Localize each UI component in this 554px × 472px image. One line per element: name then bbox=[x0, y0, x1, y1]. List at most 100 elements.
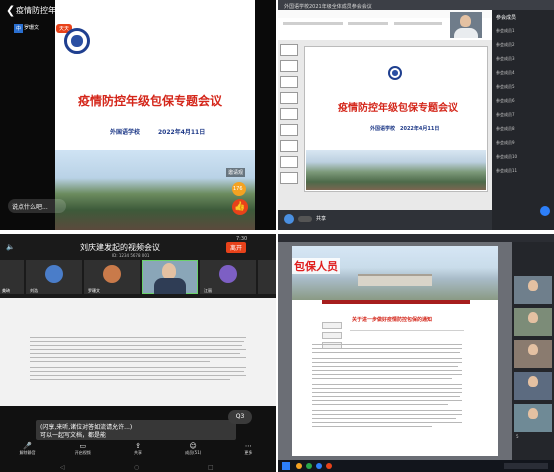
nav-back-icon[interactable]: ◁ bbox=[60, 464, 65, 471]
participant-name: 美琦 bbox=[2, 288, 10, 293]
nav-home-icon[interactable]: ○ bbox=[134, 464, 139, 471]
slide-title: 疫情防控年级包保专题会议 bbox=[78, 94, 223, 108]
unmute-button[interactable]: 🎤 解除静音 bbox=[0, 442, 55, 462]
page-nav-bar bbox=[322, 300, 470, 304]
speaker-face bbox=[162, 263, 176, 279]
slide-school: 外国语学校 bbox=[370, 126, 396, 132]
window-title: 外国语学校2021年级全体成员参会会议 bbox=[284, 4, 372, 10]
slide-title: 疫情防控年级包保专题会议 bbox=[338, 103, 458, 114]
doc-line bbox=[30, 371, 244, 372]
participant-item[interactable]: 参会成员6 bbox=[496, 98, 552, 104]
slide-thumb[interactable] bbox=[280, 140, 298, 152]
participant-face bbox=[528, 280, 538, 291]
back-icon[interactable]: ❮ bbox=[6, 4, 15, 17]
phone-meeting-panel: 7:30 🔈 刘庆建发起的视频会议 ID: 1234 5678 001 离开 美… bbox=[0, 234, 276, 472]
participant-items: 参会成员1 参会成员2 参会成员3 参会成员4 参会成员5 参会成员6 参会成员… bbox=[496, 28, 552, 182]
more-button[interactable]: ⋯ 更多 bbox=[221, 442, 276, 462]
desktop-meeting-panel: 外国语学校2021年级全体成员参会会议 疫情防控年级包保专题会议 外国语学校 2… bbox=[278, 0, 554, 230]
participant-item[interactable]: 参会成员10 bbox=[496, 154, 552, 160]
comment-placeholder: 说点什么吧... bbox=[12, 204, 48, 211]
like-icon[interactable]: 👍 bbox=[232, 199, 248, 215]
campus-photo bbox=[55, 150, 255, 230]
doc-line bbox=[312, 404, 448, 405]
participant-tile[interactable] bbox=[258, 260, 276, 294]
doc-line bbox=[312, 362, 462, 363]
like-count: 176 bbox=[233, 186, 243, 192]
toolbar-label: 共享 bbox=[134, 450, 142, 455]
sidebar-link[interactable] bbox=[322, 322, 342, 329]
share-button[interactable]: ⇪ 共享 bbox=[110, 442, 165, 462]
doc-line bbox=[312, 348, 462, 349]
slide-date: 2022年4月11日 bbox=[158, 129, 206, 136]
slide-thumb[interactable] bbox=[280, 108, 298, 120]
slide-school: 外国语学校 bbox=[110, 129, 141, 136]
doc-line bbox=[312, 384, 462, 385]
taskbar-app-icon[interactable] bbox=[296, 463, 302, 469]
doc-title: 关于进一步做好疫情防控包保的通知 bbox=[352, 317, 433, 323]
doc-line bbox=[312, 426, 432, 427]
pip-icon[interactable] bbox=[222, 3, 232, 13]
participant-item[interactable]: 参会成员4 bbox=[496, 70, 552, 76]
speaker-icon[interactable]: 🔈 bbox=[6, 243, 15, 251]
doc-line bbox=[312, 422, 462, 423]
mute-button[interactable] bbox=[298, 216, 312, 222]
slide-thumb[interactable] bbox=[280, 44, 298, 56]
doc-line bbox=[312, 410, 462, 411]
doc-line bbox=[30, 361, 210, 362]
participant-item[interactable]: 参会成员8 bbox=[496, 126, 552, 132]
sidebar-link[interactable] bbox=[322, 332, 342, 339]
doc-line bbox=[30, 349, 246, 350]
chat-icon[interactable] bbox=[540, 206, 550, 216]
video-button[interactable]: ▭ 开启视频 bbox=[55, 442, 110, 462]
host-name: 罗珊文 bbox=[24, 25, 40, 31]
avatar bbox=[284, 214, 294, 224]
doc-line bbox=[312, 388, 462, 389]
participant-item[interactable]: 参会成员7 bbox=[496, 112, 552, 118]
leave-button[interactable]: 离开 bbox=[226, 242, 247, 253]
meeting-subtitle: ID: 1234 5678 001 bbox=[112, 253, 150, 258]
members-button[interactable]: ☺ 成员(51) bbox=[166, 442, 221, 462]
participants-title: 参会成员 bbox=[496, 15, 517, 21]
doc-line bbox=[30, 337, 246, 338]
slide-thumb[interactable] bbox=[280, 60, 298, 72]
ribbon-group bbox=[348, 22, 388, 25]
taskbar-app-icon[interactable] bbox=[316, 463, 322, 469]
participant-item[interactable]: 参会成员3 bbox=[496, 56, 552, 62]
slide-thumb[interactable] bbox=[280, 156, 298, 168]
participant-item[interactable]: 参会成员11 bbox=[496, 168, 552, 174]
participant-face bbox=[528, 376, 538, 387]
participant-face bbox=[528, 344, 538, 355]
slide-thumb[interactable] bbox=[280, 92, 298, 104]
doc-line bbox=[312, 366, 458, 367]
ribbon-group bbox=[394, 22, 442, 25]
doc-line bbox=[312, 358, 462, 359]
slide-thumb[interactable] bbox=[280, 76, 298, 88]
participant-face bbox=[528, 312, 538, 323]
doc-line bbox=[30, 341, 244, 342]
more-icon[interactable]: ⋮ bbox=[240, 2, 249, 12]
nav-recent-icon[interactable]: □ bbox=[208, 464, 214, 471]
doc-line bbox=[312, 370, 462, 371]
speaker-face bbox=[460, 15, 471, 27]
participant-item[interactable]: 参会成员9 bbox=[496, 140, 552, 146]
doc-line bbox=[312, 400, 462, 401]
participant-item[interactable]: 参会成员2 bbox=[496, 42, 552, 48]
speaker-shirt bbox=[454, 28, 478, 38]
ribbon-group bbox=[283, 22, 343, 25]
doc-line bbox=[312, 396, 460, 397]
taskbar-app-icon[interactable] bbox=[306, 463, 312, 469]
toolbar-label: 解除静音 bbox=[19, 450, 36, 455]
slide-thumb[interactable] bbox=[280, 124, 298, 136]
start-icon[interactable] bbox=[282, 462, 290, 470]
system-tray bbox=[504, 463, 548, 469]
participant-item[interactable]: 参会成员5 bbox=[496, 84, 552, 90]
invite-label[interactable]: 邀请观 bbox=[226, 168, 246, 177]
participant-item[interactable]: 参会成员1 bbox=[496, 28, 552, 34]
toolbar-label: 成员(51) bbox=[185, 450, 202, 455]
doc-line bbox=[312, 344, 462, 345]
meeting-toolbar: 🎤 解除静音 ▭ 开启视频 ⇪ 共享 ☺ 成员(51) ⋯ 更多 bbox=[0, 442, 276, 462]
taskbar-app-icon[interactable] bbox=[326, 463, 332, 469]
school-seal bbox=[64, 28, 90, 54]
participant-count: 5 bbox=[516, 434, 519, 439]
slide-thumb[interactable] bbox=[280, 172, 298, 184]
